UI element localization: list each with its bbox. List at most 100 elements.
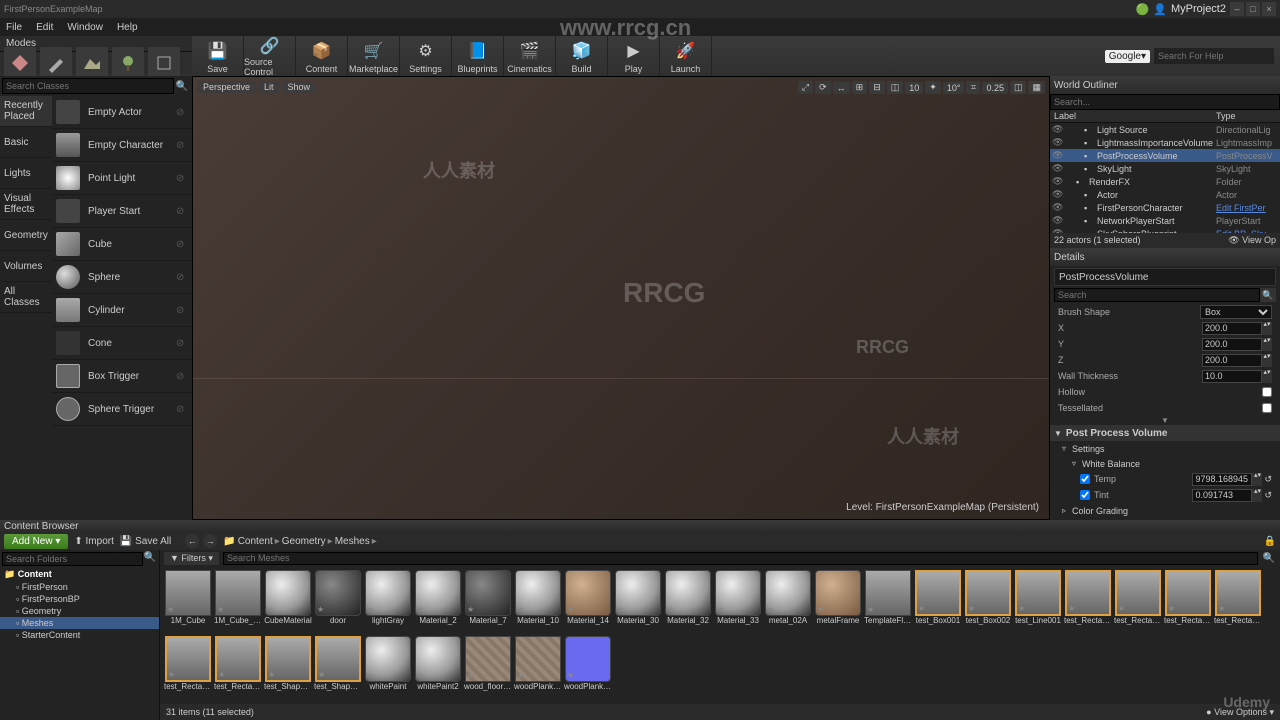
import-button[interactable]: ⬆ Import — [74, 536, 114, 547]
outliner-row[interactable]: 👁▪PostProcessVolumePostProcessV — [1050, 149, 1280, 162]
asset-cubematerial[interactable]: ★CubeMaterial — [264, 570, 312, 634]
asset-search-input[interactable] — [223, 552, 1258, 565]
eye-icon[interactable]: 👁 — [1052, 202, 1062, 213]
place-item-cube[interactable]: Cube⊘ — [52, 228, 192, 261]
asset-whitepaint2[interactable]: ★whitePaint2 — [414, 636, 462, 700]
nav-back-button[interactable]: ← — [185, 534, 199, 548]
temp-checkbox[interactable] — [1080, 474, 1090, 484]
y-input[interactable] — [1202, 338, 1262, 351]
outliner-col-label[interactable]: Label — [1054, 111, 1216, 121]
asset-whitepaint[interactable]: ★whitePaint — [364, 636, 412, 700]
asset-woodplank_05[interactable]: ★woodPlank_05 — [514, 636, 562, 700]
asset-test_rectangle006[interactable]: ★test_Rectangle006 — [214, 636, 262, 700]
asset-metal_02a[interactable]: ★metal_02A — [764, 570, 812, 634]
modes-search-input[interactable] — [2, 78, 174, 94]
outliner-row[interactable]: 👁▪LightmassImportanceVolumeLightmassImp — [1050, 136, 1280, 149]
toolbar-settings-button[interactable]: ⚙Settings — [400, 36, 452, 76]
pin-icon[interactable]: ⊘ — [176, 107, 188, 118]
viewport-btn-7[interactable]: ✦ — [925, 81, 941, 94]
asset-material_2[interactable]: ★Material_2 — [414, 570, 462, 634]
place-item-sphere[interactable]: Sphere⊘ — [52, 261, 192, 294]
viewport-btn-11[interactable]: ◫ — [1010, 81, 1027, 94]
pin-icon[interactable]: ⊘ — [176, 173, 188, 184]
z-input[interactable] — [1202, 354, 1262, 367]
menu-help[interactable]: Help — [117, 22, 138, 33]
asset-test_line001[interactable]: ★test_Line001 — [1014, 570, 1062, 634]
tree-node-geometry[interactable]: ▫ Geometry — [0, 605, 159, 617]
asset-wood_floor_05a[interactable]: ★wood_floor_05a — [464, 636, 512, 700]
viewport-lit-dropdown[interactable]: Lit — [258, 81, 280, 93]
asset-material_10[interactable]: ★Material_10 — [514, 570, 562, 634]
asset-lightgray[interactable]: ★lightGray — [364, 570, 412, 634]
toolbar-play-button[interactable]: ▶Play — [608, 36, 660, 76]
eye-icon[interactable]: 👁 — [1052, 163, 1062, 174]
outliner-row[interactable]: 👁▪RenderFXFolder — [1050, 175, 1280, 188]
paint-mode-tab[interactable] — [40, 47, 72, 79]
add-new-button[interactable]: Add New ▾ — [4, 534, 68, 549]
menu-edit[interactable]: Edit — [36, 22, 53, 33]
place-item-point-light[interactable]: Point Light⊘ — [52, 162, 192, 195]
outliner-row[interactable]: 👁▪SkyLightSkyLight — [1050, 162, 1280, 175]
pin-icon[interactable]: ⊘ — [176, 140, 188, 151]
viewport-btn-4[interactable]: ⊟ — [869, 81, 885, 94]
category-volumes[interactable]: Volumes — [0, 251, 52, 282]
asset-test_box002[interactable]: ★test_Box002 — [964, 570, 1012, 634]
details-actor-name[interactable]: PostProcessVolume — [1054, 268, 1276, 286]
category-all-classes[interactable]: All Classes — [0, 282, 52, 313]
tree-node-content[interactable]: 📁 Content — [0, 568, 159, 581]
brush-shape-select[interactable]: Box — [1200, 305, 1272, 319]
category-geometry[interactable]: Geometry — [0, 220, 52, 251]
place-item-cone[interactable]: Cone⊘ — [52, 327, 192, 360]
tint-input[interactable] — [1192, 489, 1252, 502]
toolbar-content-button[interactable]: 📦Content — [296, 36, 348, 76]
pin-icon[interactable]: ⊘ — [176, 206, 188, 217]
viewport-btn-5[interactable]: ◫ — [887, 81, 904, 94]
category-basic[interactable]: Basic — [0, 127, 52, 158]
asset-door[interactable]: ★door — [314, 570, 362, 634]
outliner-col-type[interactable]: Type — [1216, 111, 1276, 121]
user-icon[interactable]: 👤 — [1153, 3, 1167, 16]
details-search-input[interactable] — [1054, 288, 1260, 302]
filters-button[interactable]: ▼ Filters ▾ — [164, 552, 219, 565]
eye-icon[interactable]: 👁 — [1052, 176, 1062, 187]
asset-test_box001[interactable]: ★test_Box001 — [914, 570, 962, 634]
google-dropdown[interactable]: Google▾ — [1105, 50, 1150, 63]
outliner-row[interactable]: 👁▪ActorActor — [1050, 188, 1280, 201]
viewport-show-dropdown[interactable]: Show — [282, 81, 317, 93]
crumb-meshes[interactable]: Meshes — [335, 536, 370, 547]
landscape-mode-tab[interactable] — [76, 47, 108, 79]
asset-material_30[interactable]: ★Material_30 — [614, 570, 662, 634]
toolbar-blueprints-button[interactable]: 📘Blueprints — [452, 36, 504, 76]
ppv-section-header[interactable]: ▼Post Process Volume — [1050, 425, 1280, 441]
asset-material_32[interactable]: ★Material_32 — [664, 570, 712, 634]
crumb-content[interactable]: Content — [238, 536, 273, 547]
pin-icon[interactable]: ⊘ — [176, 272, 188, 283]
menu-window[interactable]: Window — [67, 22, 103, 33]
settings-row[interactable]: ▿Settings — [1050, 441, 1280, 456]
tint-checkbox[interactable] — [1080, 490, 1090, 500]
asset-material_14[interactable]: ★Material_14 — [564, 570, 612, 634]
toolbar-source-control-button[interactable]: 🔗Source Control — [244, 36, 296, 76]
maximize-button[interactable]: □ — [1246, 2, 1260, 16]
tess-checkbox[interactable] — [1262, 403, 1272, 413]
asset-templatefloor[interactable]: ★TemplateFloor — [864, 570, 912, 634]
eye-icon[interactable]: 👁 — [1052, 215, 1062, 226]
asset-1m_cube[interactable]: ★1M_Cube — [164, 570, 212, 634]
viewport[interactable]: PerspectiveLitShow ⤢⟳↔⊞⊟◫10✦10°⌗0.25◫▦ L… — [192, 76, 1050, 520]
eye-icon[interactable]: 👁 — [1052, 150, 1062, 161]
asset-1m_cube_chamfer[interactable]: ★1M_Cube_Chamfer — [214, 570, 262, 634]
close-button[interactable]: × — [1262, 2, 1276, 16]
outliner-search-input[interactable] — [1050, 94, 1280, 110]
asset-test_rectangle003[interactable]: ★test_Rectangle003 — [1164, 570, 1212, 634]
viewport-btn-2[interactable]: ↔ — [833, 82, 850, 94]
toolbar-save-button[interactable]: 💾Save — [192, 36, 244, 76]
spinner-icon[interactable]: ▴▾ — [1252, 473, 1262, 486]
category-lights[interactable]: Lights — [0, 158, 52, 189]
spinner-icon[interactable]: ▴▾ — [1262, 354, 1272, 367]
asset-test_rectangle005[interactable]: ★test_Rectangle005 — [164, 636, 212, 700]
category-visual-effects[interactable]: Visual Effects — [0, 189, 52, 220]
eye-icon[interactable]: 👁 — [1052, 137, 1062, 148]
outliner-view-options[interactable]: 👁 View Op — [1228, 235, 1276, 246]
search-help-input[interactable] — [1154, 48, 1274, 64]
place-item-cylinder[interactable]: Cylinder⊘ — [52, 294, 192, 327]
